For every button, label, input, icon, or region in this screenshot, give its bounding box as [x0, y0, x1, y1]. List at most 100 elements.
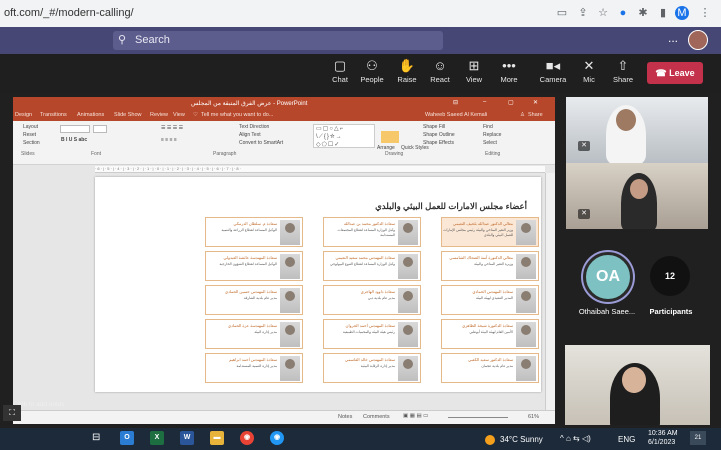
text-direction-button[interactable]: Text Direction: [239, 124, 269, 130]
member-card[interactable]: سعادة المهندس أحمد ابراهيم مدير إدارة الت…: [205, 353, 303, 383]
tray-icons[interactable]: ^ ⌂ ⇆ ◁): [560, 434, 591, 443]
avatar[interactable]: [688, 30, 708, 50]
file-explorer-icon[interactable]: ▬: [210, 431, 224, 445]
language-indicator[interactable]: ENG: [618, 435, 635, 444]
participant-count-badge[interactable]: 12: [650, 256, 690, 296]
raise-hand-button[interactable]: ✋ Raise: [389, 57, 425, 91]
clock-time[interactable]: 10:36 AM: [648, 430, 678, 437]
member-card[interactable]: سعادة المهندسة عزة الحمادي مدير إدارة الب…: [205, 319, 303, 349]
tab-view[interactable]: View: [173, 112, 185, 118]
participant-video-tile[interactable]: ✕: [566, 163, 708, 229]
member-card[interactable]: سعادة داوود الهاجري مدير عام بلدية دبي: [323, 285, 421, 315]
member-name: سعادة م. سلطان الدرمكي: [233, 221, 277, 226]
search-input[interactable]: ⚲ Search: [113, 31, 443, 50]
ppt-share-button[interactable]: Share: [528, 112, 543, 118]
member-card[interactable]: سعادة المهندس حسين الحمادي مدير عام بلدية…: [205, 285, 303, 315]
horizontal-ruler: ·6·|·5·|·4·|·3·|·2·|·1·|·0·|·1·|·2·|·3·|…: [95, 166, 545, 173]
clock-date[interactable]: 6/1/2023: [648, 439, 675, 446]
participant-video-tile[interactable]: ✕: [566, 97, 708, 163]
share-icon[interactable]: ⇪: [576, 6, 590, 20]
member-card[interactable]: سعادة المهندس الحمادي المدير التنفيذي لهي…: [441, 285, 539, 315]
more-button[interactable]: ••• More: [491, 57, 527, 91]
more-icon[interactable]: ⋮: [698, 6, 712, 20]
zoom-level[interactable]: 61%: [528, 414, 539, 420]
more-options-icon[interactable]: ...: [668, 31, 678, 45]
avatar[interactable]: OA: [583, 252, 633, 302]
minimize-icon[interactable]: –: [483, 99, 486, 105]
mic-button[interactable]: ✕ Mic: [571, 57, 607, 91]
ppt-ribbon-tabs: Design Transitions Animations Slide Show…: [13, 110, 555, 121]
font-group-label: Font: [91, 151, 102, 157]
url-text[interactable]: oft.com/_#/modern-calling/: [4, 7, 134, 19]
convert-smartart-button[interactable]: Convert to SmartArt: [239, 140, 283, 146]
member-photo: [398, 356, 418, 381]
zoom-slider[interactable]: [448, 417, 508, 418]
find-button[interactable]: Find: [483, 124, 493, 130]
task-view-icon[interactable]: ⊟: [92, 432, 100, 443]
layout-button[interactable]: Layout: [23, 124, 38, 130]
maximize-icon[interactable]: ▢: [508, 99, 514, 106]
member-card[interactable]: سعادة م. سلطان الدرمكي الوكيل المساعد لقط…: [205, 217, 303, 247]
align-text-button[interactable]: Align Text: [239, 132, 261, 138]
bold-italic-underline-icons[interactable]: B I U S abc: [61, 137, 87, 143]
network-tray-icon[interactable]: ⛶: [3, 405, 21, 421]
reset-button[interactable]: Reset: [23, 132, 36, 138]
member-card[interactable]: سعادة المهندسة عائشة العبدولي الوكيل المس…: [205, 251, 303, 281]
view-mode-icons[interactable]: ▣ ▦ ▤ ▭: [403, 413, 428, 419]
star-icon[interactable]: ☆: [596, 6, 610, 20]
notes-button[interactable]: Notes: [338, 414, 352, 420]
replace-button[interactable]: Replace: [483, 132, 501, 138]
tell-me-input[interactable]: Tell me what you want to do...: [201, 112, 273, 118]
tab-slide-show[interactable]: Slide Show: [114, 112, 142, 118]
leave-button[interactable]: ☎ Leave: [647, 62, 703, 84]
member-card[interactable]: سعادة الدكتور سعيد الكعبي مدير عام بلدية …: [441, 353, 539, 383]
member-card[interactable]: معالي الدكتور عبدالله بلحيف النعيمي وزير …: [441, 217, 539, 247]
people-button[interactable]: ⚇ People: [354, 57, 390, 91]
extension-icon[interactable]: ●: [616, 6, 630, 20]
comments-button[interactable]: Comments: [363, 414, 390, 420]
profile-icon[interactable]: M: [675, 6, 689, 20]
react-button[interactable]: ☺ React: [422, 57, 458, 91]
shapes-gallery[interactable]: ▭▢○△⌐ \⟋{}☆→ ◇⬠☐✓: [313, 124, 375, 148]
close-icon[interactable]: ✕: [533, 99, 538, 106]
tab-transitions[interactable]: Transitions: [40, 112, 67, 118]
font-name-box[interactable]: [60, 125, 90, 133]
align-icons[interactable]: ≡ ≡ ≡ ≡: [161, 137, 177, 143]
sidebar-icon[interactable]: ▮: [656, 6, 670, 20]
outlook-icon[interactable]: O: [120, 431, 134, 445]
member-card[interactable]: معالي الدكتورة آمنة الضحاك الشامسي وزيرة …: [441, 251, 539, 281]
browser-address-bar[interactable]: oft.com/_#/modern-calling/ ▭ ⇪ ☆ ● ✱ ▮ M…: [0, 0, 721, 27]
share-button[interactable]: ⇧ Share: [605, 57, 641, 91]
cast-icon[interactable]: ▭: [555, 6, 569, 20]
notes-placeholder[interactable]: Click to add notes: [13, 401, 95, 408]
list-icons[interactable]: ☰ ☰ ☰ ☰: [161, 125, 183, 131]
member-card[interactable]: سعادة الدكتورة شيخة الظاهري الأمين العام …: [441, 319, 539, 349]
chrome-icon[interactable]: ◉: [240, 431, 254, 445]
excel-icon[interactable]: X: [150, 431, 164, 445]
slide-canvas[interactable]: أعضاء مجلس الامارات للعمل البيئي والبلدي…: [95, 177, 541, 392]
camera-button[interactable]: ■◂ Camera: [535, 57, 571, 91]
puzzle-icon[interactable]: ✱: [636, 6, 650, 20]
member-card[interactable]: سعادة الدكتور محمد بن عبدالله وكيل الوزار…: [323, 217, 421, 247]
self-video-tile[interactable]: [565, 345, 710, 425]
member-card[interactable]: سعادة المهندس خالد القاسمي مدير إدارة الر…: [323, 353, 421, 383]
view-button[interactable]: ⊞ View: [456, 57, 492, 91]
weather-text[interactable]: 34°C Sunny: [500, 435, 543, 444]
member-card[interactable]: سعادة المهندس أحمد الجروان رئيس هيئة البي…: [323, 319, 421, 349]
browser-icon[interactable]: ◉: [270, 431, 284, 445]
font-size-box[interactable]: [93, 125, 107, 133]
notifications-icon[interactable]: 21: [690, 431, 706, 445]
word-icon[interactable]: W: [180, 431, 194, 445]
ribbon-display-icon[interactable]: ⊟: [453, 99, 458, 106]
vertical-scrollbar[interactable]: [545, 173, 555, 410]
chat-button[interactable]: ▢ Chat: [322, 57, 358, 91]
member-card[interactable]: سعادة المهندس محمد سعيد النعيمي وكيل الوز…: [323, 251, 421, 281]
select-button[interactable]: Select: [483, 140, 497, 146]
tab-animations[interactable]: Animations: [77, 112, 104, 118]
shape-effects-button[interactable]: Shape Effects: [423, 140, 454, 146]
tab-design[interactable]: Design: [15, 112, 32, 118]
section-button[interactable]: Section: [23, 140, 40, 146]
shape-outline-button[interactable]: Shape Outline: [423, 132, 455, 138]
shape-fill-button[interactable]: Shape Fill: [423, 124, 445, 130]
tab-review[interactable]: Review: [150, 112, 168, 118]
